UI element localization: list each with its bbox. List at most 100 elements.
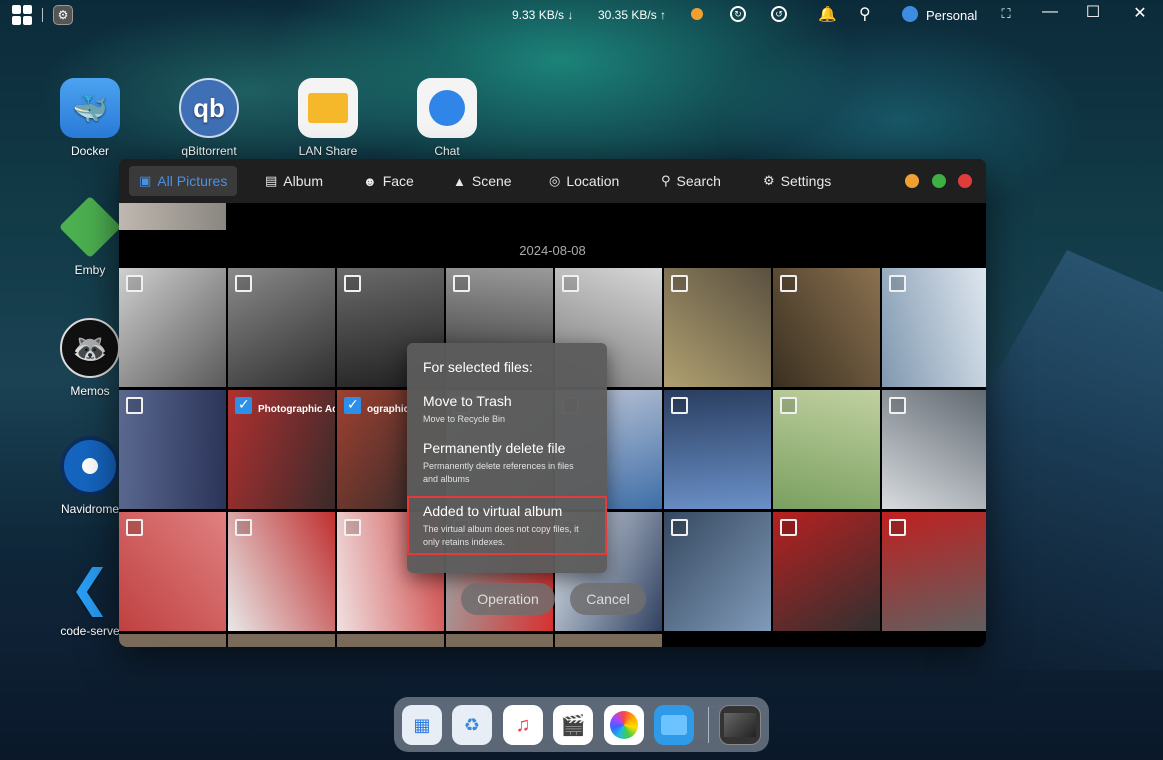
photo-thumbnail[interactable] xyxy=(773,390,880,509)
photo-checkbox[interactable] xyxy=(889,397,906,414)
desktop-icon-qbittorrent[interactable]: qb qBittorrent xyxy=(164,78,254,158)
photo-thumbnail[interactable] xyxy=(119,268,226,387)
close-button[interactable] xyxy=(958,174,972,188)
desktop-icon-docker[interactable]: 🐳 Docker xyxy=(45,78,135,158)
photo-checkbox[interactable] xyxy=(235,275,252,292)
photo-thumbnail[interactable] xyxy=(882,512,986,631)
photo-checkbox[interactable] xyxy=(780,519,797,536)
status-dot-icon[interactable] xyxy=(691,8,703,20)
photo-thumbnail[interactable]: Photographic Accesso xyxy=(228,390,335,509)
photo-thumbnail[interactable] xyxy=(119,634,226,647)
bell-icon[interactable]: 🔔 xyxy=(818,5,837,23)
photo-checkbox[interactable] xyxy=(780,275,797,292)
photo-thumbnail[interactable] xyxy=(119,203,226,230)
photo-checkbox[interactable] xyxy=(671,275,688,292)
photo-thumbnail[interactable] xyxy=(773,268,880,387)
photo-thumbnail[interactable] xyxy=(119,390,226,509)
video-clapper-icon[interactable]: 🎬 xyxy=(553,705,593,745)
album-icon: ▤ xyxy=(265,173,278,188)
maximize-icon[interactable]: ☐ xyxy=(1083,2,1103,22)
search-icon[interactable]: ⚲ xyxy=(859,4,871,24)
photo-thumbnail[interactable] xyxy=(773,512,880,631)
photo-checkbox[interactable] xyxy=(453,275,470,292)
fullscreen-icon[interactable]: ⛶ xyxy=(996,6,1016,22)
divider xyxy=(42,8,43,22)
photo-checkbox[interactable] xyxy=(126,275,143,292)
menu-item-add-to-virtual-album[interactable]: Added to virtual album The virtual album… xyxy=(407,496,607,555)
photo-thumbnail[interactable] xyxy=(228,268,335,387)
tab-location[interactable]: ◎ Location xyxy=(539,166,629,196)
photo-checkbox[interactable] xyxy=(344,275,361,292)
photo-checkbox[interactable] xyxy=(889,519,906,536)
close-icon[interactable]: ✕ xyxy=(1130,3,1150,23)
tab-scene[interactable]: ▲ Scene xyxy=(443,166,522,196)
scene-icon: ▲ xyxy=(453,173,466,189)
photos-icon[interactable] xyxy=(604,705,644,745)
start-menu-icon[interactable] xyxy=(12,5,32,25)
photo-app-preview-icon[interactable] xyxy=(719,705,761,745)
tab-settings[interactable]: ⚙ Settings xyxy=(753,166,841,196)
tab-label: Search xyxy=(676,173,721,189)
photo-thumbnail[interactable] xyxy=(228,634,335,647)
network-icon[interactable]: ↻ xyxy=(730,6,746,22)
photo-thumbnail[interactable] xyxy=(228,512,335,631)
photo-checkbox[interactable] xyxy=(562,275,579,292)
docker-whale-icon: 🐳 xyxy=(60,78,120,138)
face-icon: ☻ xyxy=(363,173,377,189)
desktop-icon-label: qBittorrent xyxy=(181,144,237,158)
photo-thumbnail[interactable] xyxy=(119,512,226,631)
menu-item-permanently-delete[interactable]: Permanently delete file Permanently dele… xyxy=(423,440,591,486)
memos-icon: 🦝 xyxy=(60,318,120,378)
top-bar: ⚙ 9.33 KB/s ↓ 30.35 KB/s ↑ ↻ ↺ 🔔 ⚲ Perso… xyxy=(0,0,1163,30)
menu-item-title: Added to virtual album xyxy=(423,503,563,519)
photo-checkbox[interactable] xyxy=(235,519,252,536)
photo-checkbox[interactable] xyxy=(344,396,361,414)
desktop-icon-label: Chat xyxy=(434,144,460,158)
photo-thumbnail[interactable] xyxy=(555,634,662,647)
menu-item-title: Move to Trash xyxy=(423,393,512,409)
minimize-button[interactable] xyxy=(905,174,919,188)
running-app-icon[interactable]: ⚙ xyxy=(53,5,73,25)
photo-thumbnail[interactable] xyxy=(664,268,771,387)
photo-checkbox[interactable] xyxy=(671,397,688,414)
menu-item-move-to-trash[interactable]: Move to Trash Move to Recycle Bin xyxy=(423,393,591,426)
tab-search[interactable]: ⚲ Search xyxy=(651,166,731,196)
search-icon: ⚲ xyxy=(661,173,671,188)
photo-checkbox[interactable] xyxy=(344,519,361,536)
desktop-icon-chat[interactable]: Chat xyxy=(402,78,492,158)
desktop-icon-lan-share[interactable]: LAN Share xyxy=(283,78,373,158)
photo-checkbox[interactable] xyxy=(126,397,143,414)
menu-item-desc: Permanently delete references in files a… xyxy=(423,461,574,484)
tab-label: Face xyxy=(382,173,414,189)
music-icon[interactable]: ♫ xyxy=(503,705,543,745)
tab-label: Location xyxy=(566,173,620,189)
trash-icon[interactable]: ♻ xyxy=(452,705,492,745)
photo-checkbox[interactable] xyxy=(780,397,797,414)
photo-thumbnail[interactable] xyxy=(664,512,771,631)
user-name[interactable]: Personal xyxy=(926,8,977,23)
photo-thumbnail[interactable] xyxy=(882,390,986,509)
photo-thumbnail[interactable] xyxy=(664,390,771,509)
photo-thumbnail[interactable] xyxy=(446,634,553,647)
sync-icon[interactable]: ↺ xyxy=(771,6,787,22)
apps-grid-icon[interactable]: ▦ xyxy=(402,705,442,745)
cancel-button[interactable]: Cancel xyxy=(570,583,646,615)
dock-divider xyxy=(708,707,709,743)
files-folder-icon[interactable] xyxy=(654,705,694,745)
maximize-button[interactable] xyxy=(932,174,946,188)
tab-face[interactable]: ☻ Face xyxy=(353,166,424,196)
tab-all-pictures[interactable]: ▣ All Pictures xyxy=(129,166,238,196)
chat-bubble-icon xyxy=(417,78,477,138)
photo-thumbnail[interactable] xyxy=(882,268,986,387)
minimize-icon[interactable]: — xyxy=(1040,3,1060,21)
emby-play-icon xyxy=(58,195,122,259)
photo-checkbox[interactable] xyxy=(235,396,252,414)
photo-checkbox[interactable] xyxy=(671,519,688,536)
photo-checkbox[interactable] xyxy=(126,519,143,536)
operation-button[interactable]: Operation xyxy=(461,583,555,615)
menu-item-title: Permanently delete file xyxy=(423,440,566,456)
photo-checkbox[interactable] xyxy=(889,275,906,292)
tab-album[interactable]: ▤ Album xyxy=(255,166,333,196)
photo-thumbnail[interactable] xyxy=(337,634,444,647)
user-avatar-icon[interactable] xyxy=(902,6,918,22)
